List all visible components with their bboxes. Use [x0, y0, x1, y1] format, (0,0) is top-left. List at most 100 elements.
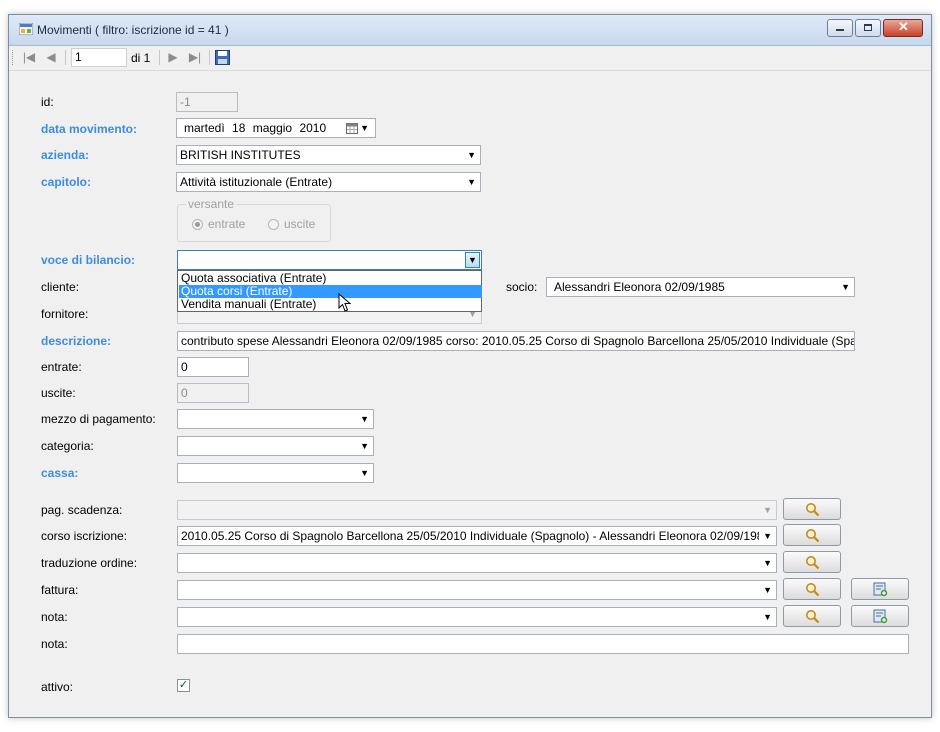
form-window-icon [19, 23, 33, 35]
versante-groupbox: versante entrate uscite [177, 197, 331, 242]
corso-iscrizione-search-button[interactable] [783, 524, 841, 546]
fattura-select[interactable]: ▼ [177, 580, 777, 600]
label-traduzione-ordine: traduzione ordine: [41, 556, 138, 570]
id-field: -1 [176, 92, 238, 112]
magnifier-icon [806, 503, 820, 517]
toolbar-separator [159, 50, 160, 65]
attivo-checkbox[interactable]: ✓ [177, 679, 190, 692]
maximize-button[interactable] [855, 19, 881, 37]
label-mezzo-di-pagamento: mezzo di pagamento: [41, 412, 156, 426]
chevron-down-icon[interactable]: ▼ [763, 554, 772, 572]
descrizione-value: contributo spese Alessandri Eleonora 02/… [181, 334, 855, 348]
radio-entrate[interactable] [192, 219, 203, 230]
last-record-icon[interactable]: ▶| [187, 49, 203, 65]
chevron-down-icon[interactable]: ▼ [841, 278, 850, 296]
voce-di-bilancio-select[interactable]: ▼ [177, 250, 482, 270]
pag-scadenza-search-button[interactable] [783, 498, 841, 520]
chevron-down-icon[interactable]: ▼ [467, 146, 476, 164]
label-nota-2: nota: [41, 637, 68, 651]
date-month: maggio [252, 121, 293, 135]
corso-iscrizione-value: 2010.05.25 Corso di Spagnolo Barcellona … [181, 529, 759, 543]
nota-select[interactable]: ▼ [177, 607, 777, 627]
movimenti-window: Movimenti ( filtro: iscrizione id = 41 )… [8, 14, 932, 718]
nota-textbox[interactable] [177, 634, 909, 654]
chevron-down-icon[interactable]: ▼ [467, 173, 476, 191]
first-record-icon[interactable]: |◀ [21, 49, 37, 65]
fattura-search-button[interactable] [783, 578, 841, 600]
versante-legend: versante [186, 197, 237, 211]
capitolo-select[interactable]: Attività istituzionale (Entrate) ▼ [176, 172, 481, 192]
azienda-select[interactable]: BRITISH INSTITUTES ▼ [176, 145, 481, 165]
label-voce-di-bilancio: voce di bilancio: [41, 253, 136, 267]
position-value: 1 [75, 50, 82, 64]
nota-search-button[interactable] [783, 605, 841, 627]
calendar-icon[interactable] [346, 123, 358, 134]
chevron-down-icon[interactable]: ▼ [360, 410, 369, 428]
window-title: Movimenti ( filtro: iscrizione id = 41 ) [37, 23, 229, 37]
fattura-new-button[interactable] [851, 578, 909, 600]
socio-select[interactable]: Alessandri Eleonora 02/09/1985 ▼ [546, 277, 855, 297]
title-bar[interactable]: Movimenti ( filtro: iscrizione id = 41 )… [9, 15, 931, 46]
traduzione-ordine-select[interactable]: ▼ [177, 553, 777, 573]
socio-value: Alessandri Eleonora 02/09/1985 [554, 280, 725, 294]
new-record-icon [873, 582, 888, 597]
radio-uscite[interactable] [268, 219, 279, 230]
data-movimento-picker[interactable]: martedì 18 maggio 2010 ▼ [176, 118, 376, 138]
corso-iscrizione-select[interactable]: 2010.05.25 Corso di Spagnolo Barcellona … [177, 526, 777, 546]
pag-scadenza-select[interactable]: ▼ [177, 500, 777, 520]
minimize-button[interactable] [827, 19, 853, 37]
chevron-down-icon[interactable]: ▼ [763, 501, 772, 519]
label-azienda: azienda: [41, 148, 90, 162]
label-cliente: cliente: [41, 280, 80, 294]
date-weekday: martedì [184, 121, 225, 135]
label-categoria: categoria: [41, 439, 94, 453]
radio-uscite-label: uscite [284, 217, 316, 231]
capitolo-value: Attività istituzionale (Entrate) [180, 175, 333, 189]
close-button[interactable]: ✕ [883, 19, 923, 37]
chevron-down-icon[interactable]: ▼ [763, 581, 772, 599]
chevron-down-icon[interactable]: ▼ [761, 527, 772, 545]
chevron-down-icon[interactable]: ▼ [465, 252, 480, 268]
magnifier-icon [806, 610, 820, 624]
record-count: di 1 [131, 51, 151, 65]
label-id: id: [41, 95, 54, 109]
close-icon: ✕ [898, 19, 909, 34]
label-capitolo: capitolo: [41, 175, 91, 189]
toolbar-grip [12, 50, 15, 65]
label-cassa: cassa: [41, 466, 79, 480]
chevron-down-icon[interactable]: ▼ [360, 437, 369, 455]
label-entrate: entrate: [41, 360, 82, 374]
uscite-field: 0 [177, 383, 249, 403]
mezzo-di-pagamento-select[interactable]: ▼ [177, 409, 374, 429]
label-socio: socio: [506, 280, 538, 294]
next-record-icon[interactable]: ▶ [165, 49, 181, 65]
label-corso-iscrizione: corso iscrizione: [41, 529, 128, 543]
nota-new-button[interactable] [851, 605, 909, 627]
categoria-select[interactable]: ▼ [177, 436, 374, 456]
date-year: 2010 [299, 121, 327, 135]
date-day: 18 [232, 121, 246, 135]
traduzione-ordine-search-button[interactable] [783, 551, 841, 573]
radio-entrate-label: entrate [208, 217, 246, 231]
descrizione-field[interactable]: contributo spese Alessandri Eleonora 02/… [177, 331, 855, 351]
mouse-cursor-icon [338, 293, 352, 312]
minimize-icon [836, 29, 844, 31]
chevron-down-icon[interactable]: ▼ [763, 608, 772, 626]
position-input[interactable]: 1 [71, 48, 127, 67]
previous-record-icon[interactable]: ◀ [43, 49, 59, 65]
toolbar-separator [65, 50, 66, 65]
save-icon[interactable] [215, 50, 230, 65]
label-attivo: attivo: [41, 680, 74, 694]
voce-di-bilancio-dropdown: Quota associativa (Entrate) Quota corsi … [177, 270, 482, 312]
maximize-icon [864, 24, 872, 31]
entrate-value: 0 [181, 360, 188, 374]
entrate-field[interactable]: 0 [177, 357, 249, 377]
dropdown-option[interactable]: Vendita manuali (Entrate) [179, 298, 482, 311]
azienda-value: BRITISH INSTITUTES [180, 148, 301, 162]
magnifier-icon [806, 529, 820, 543]
magnifier-icon [806, 556, 820, 570]
chevron-down-icon[interactable]: ▼ [360, 464, 369, 482]
cassa-select[interactable]: ▼ [177, 463, 374, 483]
chevron-down-icon[interactable]: ▼ [360, 119, 369, 137]
label-descrizione: descrizione: [41, 334, 112, 348]
